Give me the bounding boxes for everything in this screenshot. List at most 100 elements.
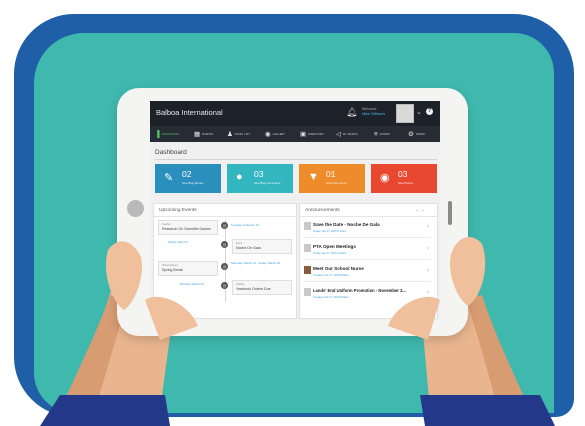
announcement-date: Tuesday, Feb 17, 2015 8:00am [313,274,349,277]
clock-icon: ◷ [221,241,228,248]
camera-icon: ◉ [265,131,271,138]
tile-blog-comments[interactable]: ● 03 New Blog Comments [227,164,293,193]
tile-value: 01 [326,169,336,179]
announcement-item[interactable]: Save the Date - Noche De Gala Friday, Fe… [303,219,431,238]
chevron-down-icon[interactable]: ⌄ [416,108,422,116]
event-date-link[interactable]: Tuesday, February 24 [231,223,291,228]
tile-blog-entries[interactable]: ✎ 02 New Blog Entries [155,164,221,193]
tile-label: New Blog Entries [182,181,204,185]
upcoming-events-panel: Upcoming Events Teacher Research On Scie… [153,203,297,319]
event-category: School Closed [162,264,178,267]
divider [303,259,431,260]
clock-icon: ◷ [221,222,228,229]
main-nav: ▐ DASHBOARD ▦ EVENTS ♟ STAFF LIST ◉ GALL… [150,126,440,142]
event-category: Event [236,242,243,245]
nav-label: FORMS [379,132,390,136]
timeline-line [225,220,226,302]
person-icon [304,244,311,252]
panel-title: Upcoming Events [159,208,197,213]
nav-item-events[interactable]: ▦ EVENTS [194,129,213,139]
help-icon[interactable]: ? [426,108,433,115]
event-date-link[interactable]: Saturday, March 14 - Friday, March 20 [231,261,291,266]
user-name[interactable]: Mike Williams [362,112,385,116]
side-button [448,201,452,225]
person-icon [304,266,311,274]
panel-title: Announcements [305,208,340,213]
app-title: Balboa International [156,108,223,117]
gears-icon: ⚙ [408,131,414,138]
announcement-item[interactable]: Meet Our School Nurse Tuesday, Feb 17, 2… [303,263,431,282]
chart-icon: ▐ [155,130,160,138]
camera-icon: ◉ [380,172,390,184]
bell-icon[interactable]: 🔔︎ [346,107,357,118]
nav-item-admin[interactable]: ⚙ ADMIN [408,129,425,139]
chevron-right-icon: › [427,290,429,296]
avatar[interactable] [396,104,414,123]
person-icon [304,288,311,296]
clock-icon: ◷ [221,263,228,270]
announcement-date: Tuesday, Feb 17, 2015 8:00am [313,296,349,299]
nav-label: EVENTS [202,132,214,136]
nav-item-my-marks[interactable]: ◁ MY MARKS [336,129,358,139]
event-title: Yearbook Orders Due [236,287,271,291]
nav-label: GALLERY [272,132,286,136]
event-date-link[interactable]: Friday, March 6 [168,240,216,245]
event-date-link[interactable]: Monday, March 23 [180,282,220,287]
list-icon: ≡ [374,130,378,138]
tile-label: New Photos [398,181,414,185]
divider [303,237,431,238]
inbox-icon: ▼ [308,171,319,183]
announcement-item[interactable]: PTA Open Meetings Friday, Feb 27, 2015 6… [303,241,431,260]
divider [303,281,431,282]
nav-item-dashboard[interactable]: ▐ DASHBOARD [155,129,179,139]
person-icon [304,222,311,230]
announcement-item[interactable]: Lands' End Uniform Promotion - November … [303,285,431,304]
nav-item-forms[interactable]: ≡ FORMS [374,129,390,139]
event-title: Noche De Gala [236,246,261,250]
event-card[interactable]: Teacher Research On Scientific Dames [158,220,218,235]
welcome-label: Welcome [362,107,377,111]
clock-icon: ◷ [221,282,228,289]
nav-label: ADMIN [415,132,425,136]
tile-value: 02 [182,169,192,179]
event-title: Research On Scientific Dames [162,227,211,231]
chevron-right-icon: › [427,246,429,252]
announcement-title: Save the Date - Noche De Gala [313,222,380,227]
divider [155,159,437,160]
nav-item-directory[interactable]: ▣ DIRECTORY [300,129,324,139]
chevron-right-icon: › [427,268,429,274]
nav-label: MY MARKS [343,132,358,136]
divider [300,216,437,217]
event-card[interactable]: Teacher Yearbook Orders Due [232,280,292,295]
nav-label: DASHBOARD [161,132,179,136]
nav-label: DIRECTORY [308,132,325,136]
tile-value: 03 [398,169,408,179]
pencil-icon: ✎ [164,172,174,184]
announcement-title: PTA Open Meetings [313,244,356,249]
app-header: Balboa International 🔔︎ Welcome Mike Wil… [150,101,440,126]
chevron-right-icon: › [427,224,429,230]
chat-icon: ● [236,171,243,183]
chevron-down-icon[interactable]: ⌄ ⌄ [415,207,425,213]
book-icon: ▣ [300,131,307,138]
home-button [127,200,144,217]
tile-inbox-items[interactable]: ▼ 01 New Inbox Items [299,164,365,193]
announcement-title: Lands' End Uniform Promotion - November … [313,288,406,293]
announcements-panel: Announcements ⌄ ⌄ Save the Date - Noche … [299,203,438,319]
megaphone-icon: ◁ [336,131,341,138]
event-title: Spring Break [162,268,183,272]
nav-label: STAFF LIST [234,132,251,136]
event-category: Teacher [162,223,171,226]
nav-item-staff-list[interactable]: ♟ STAFF LIST [227,129,250,139]
page-title: Dashboard [155,149,187,156]
event-card[interactable]: School Closed Spring Break [158,261,218,276]
tile-photos[interactable]: ◉ 03 New Photos [371,164,437,193]
nav-item-gallery[interactable]: ◉ GALLERY [265,129,285,139]
event-category: Teacher [236,283,245,286]
illustration: Balboa International 🔔︎ Welcome Mike Wil… [0,0,585,426]
announcement-title: Meet Our School Nurse [313,266,364,271]
event-card[interactable]: Event Noche De Gala [232,239,292,254]
calendar-icon: ▦ [194,131,201,138]
announcement-date: Friday, Feb 27, 2015 6:12am [313,252,347,255]
people-icon: ♟ [227,131,233,138]
